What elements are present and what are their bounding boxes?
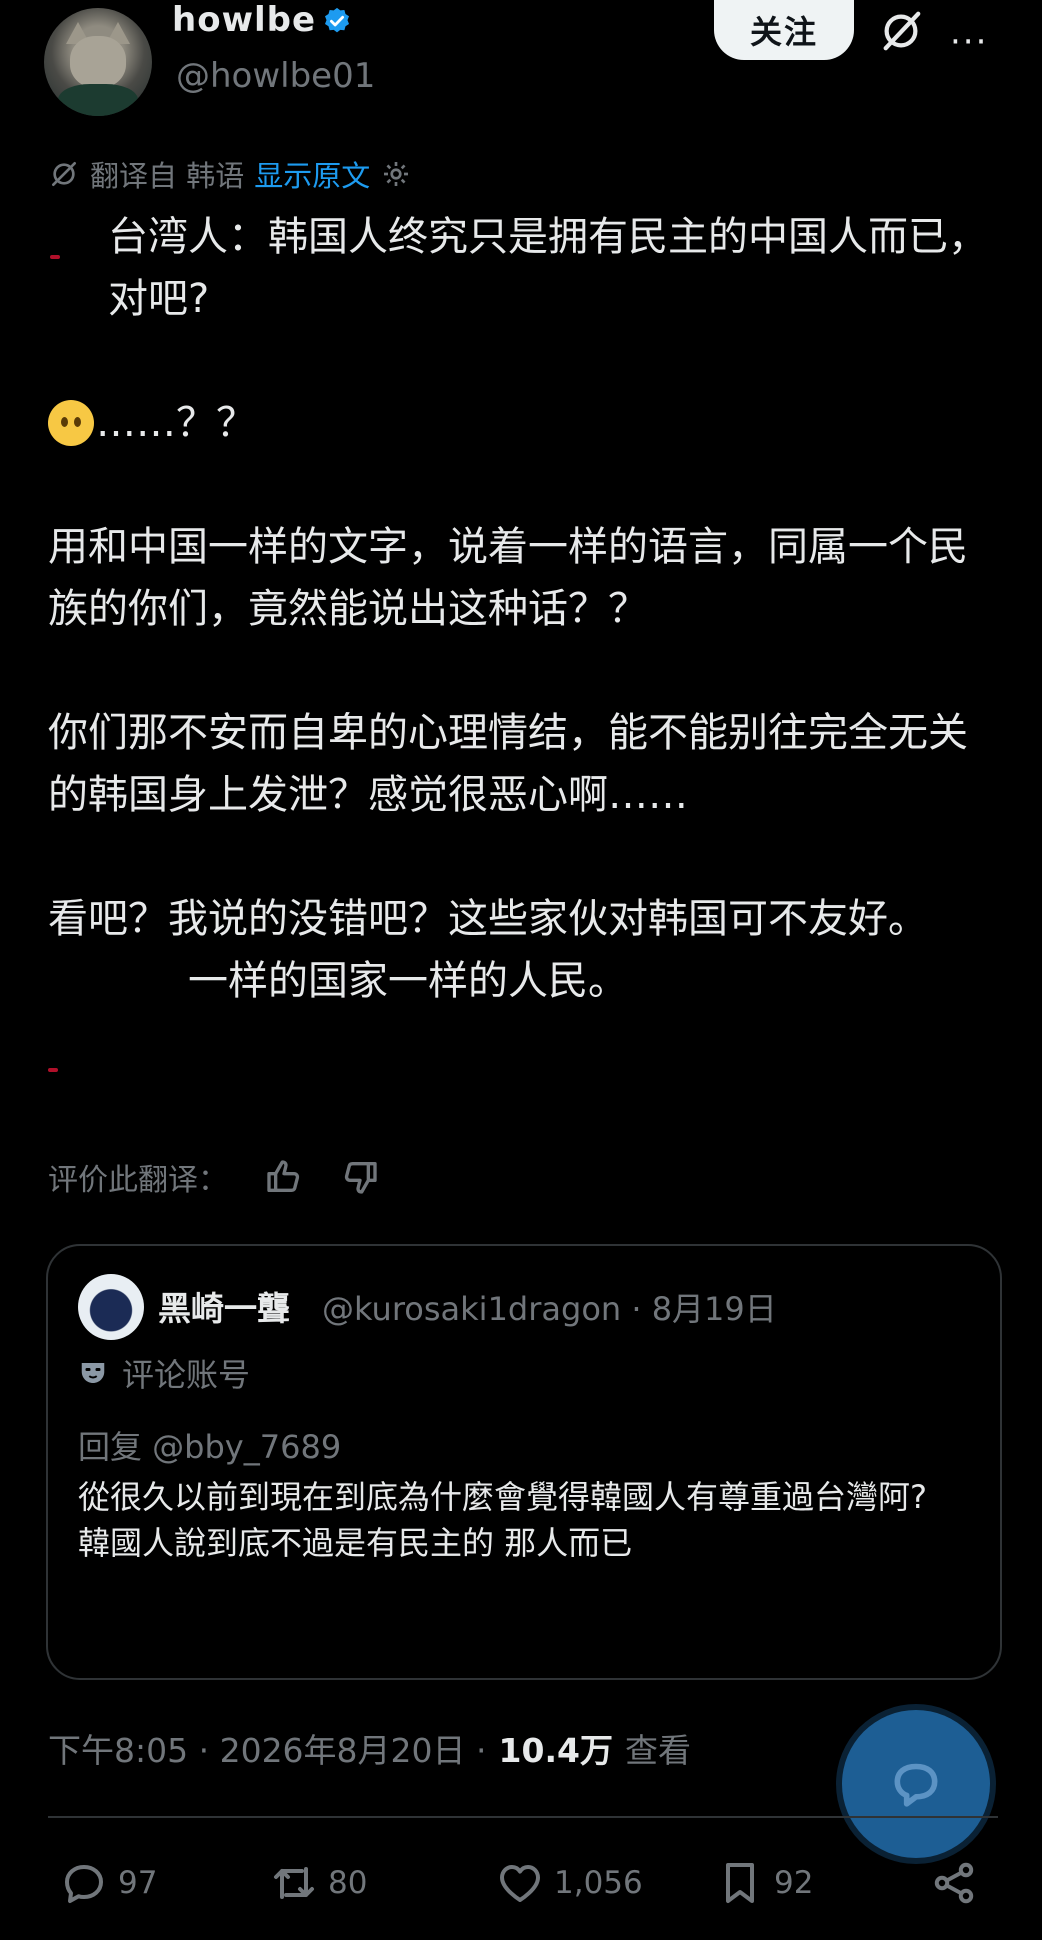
- post-text: 台湾人：韩国人终究只是拥有民主的中国人而已，对吧? ……？？ 用和中国一样的文字…: [48, 206, 998, 1012]
- post-line: 看吧？我说的没错吧？这些家伙对韩国可不友好。: [48, 896, 928, 942]
- thumbs-down-icon[interactable]: [340, 1157, 380, 1197]
- floating-reply-button[interactable]: [842, 1710, 990, 1858]
- grok-icon[interactable]: [878, 8, 924, 54]
- author-avatar[interactable]: [44, 8, 152, 116]
- post-line: 你们那不安而自卑的心理情结，能不能别往完全无关的韩国身上发泄？感觉很恶心啊……: [48, 710, 968, 818]
- quoted-author-name[interactable]: 黑崎一聾: [158, 1282, 290, 1330]
- account-label-row: 评论账号: [78, 1350, 250, 1396]
- thumbs-up-icon[interactable]: [264, 1157, 304, 1197]
- reply-icon: [65, 1865, 103, 1903]
- red-mark: [48, 1068, 58, 1072]
- timestamp-row: 下午8:05 · 2026年8月20日 · 10.4万 查看: [48, 1724, 691, 1772]
- more-options-icon[interactable]: ···: [950, 22, 988, 62]
- author-handle[interactable]: @howlbe01: [176, 56, 375, 96]
- mask-icon: [81, 1363, 105, 1383]
- view-count: 10.4万: [498, 1731, 613, 1770]
- action-bar: 97 80 1,056 92: [60, 1850, 990, 1920]
- account-label: 评论账号: [122, 1356, 251, 1394]
- verified-badge-icon: [325, 7, 349, 33]
- translated-from-label: 翻译自 韩语: [90, 159, 245, 193]
- post-line: 台湾人：韩国人终究只是拥有民主的中国人而已，对吧?: [108, 214, 988, 322]
- repost-count: 80: [328, 1865, 368, 1901]
- bookmark-action[interactable]: 92: [716, 1850, 813, 1916]
- divider: [48, 1816, 998, 1818]
- quoted-post-card[interactable]: 黑崎一聾 @kurosaki1dragon · 8月19日 评论账号 回复 @b…: [46, 1244, 1002, 1680]
- post-line: ……？？: [96, 400, 256, 446]
- bookmark-icon: [726, 1863, 754, 1903]
- reply-bubble-icon: [894, 1763, 938, 1807]
- reply-action[interactable]: 97: [60, 1850, 157, 1916]
- translate-icon: [52, 162, 76, 186]
- quoted-line: 從很久以前到現在到底為什麼會覺得韓國人有尊重過台灣阿?: [78, 1478, 927, 1516]
- share-icon: [934, 1862, 974, 1904]
- face-without-mouth-emoji-icon: [48, 400, 94, 446]
- reply-to-label: 回复 @bby_7689: [78, 1428, 342, 1466]
- show-original-link[interactable]: 显示原文: [254, 153, 370, 195]
- rate-translation-row: 评价此翻译：: [48, 1152, 380, 1202]
- repost-icon: [274, 1867, 314, 1899]
- like-action[interactable]: 1,056: [496, 1850, 643, 1916]
- bookmark-count: 92: [774, 1865, 814, 1901]
- quoted-author-meta: @kurosaki1dragon · 8月19日: [322, 1290, 777, 1328]
- quoted-line: 韓國人說到底不過是有民主的 那人而已: [78, 1524, 633, 1562]
- quoted-post-text: 從很久以前到現在到底為什麼會覺得韓國人有尊重過台灣阿? 韓國人說到底不過是有民主…: [78, 1474, 978, 1566]
- heart-icon: [500, 1865, 540, 1902]
- translation-bar: 翻译自 韩语 显示原文: [48, 152, 412, 196]
- quoted-author-avatar[interactable]: [78, 1274, 144, 1340]
- post-line: 一样的国家一样的人民。: [188, 958, 628, 1004]
- settings-gear-icon[interactable]: [380, 158, 412, 190]
- rate-translation-label: 评价此翻译：: [48, 1163, 228, 1198]
- repost-action[interactable]: 80: [270, 1850, 367, 1916]
- like-count: 1,056: [554, 1865, 643, 1901]
- share-action[interactable]: [930, 1850, 978, 1916]
- reply-count: 97: [118, 1865, 158, 1901]
- author-display-name[interactable]: howlbe: [172, 0, 316, 40]
- follow-button[interactable]: 关注: [714, 0, 854, 60]
- post-timestamp[interactable]: 下午8:05 · 2026年8月20日 ·: [48, 1724, 487, 1772]
- red-mark: [50, 255, 60, 259]
- post-line-emoji: ……？？: [48, 392, 998, 454]
- post-line: 用和中国一样的文字，说着一样的语言，同属一个民族的你们，竟然能说出这种话？？: [48, 524, 968, 632]
- view-label: 查看: [624, 1731, 691, 1770]
